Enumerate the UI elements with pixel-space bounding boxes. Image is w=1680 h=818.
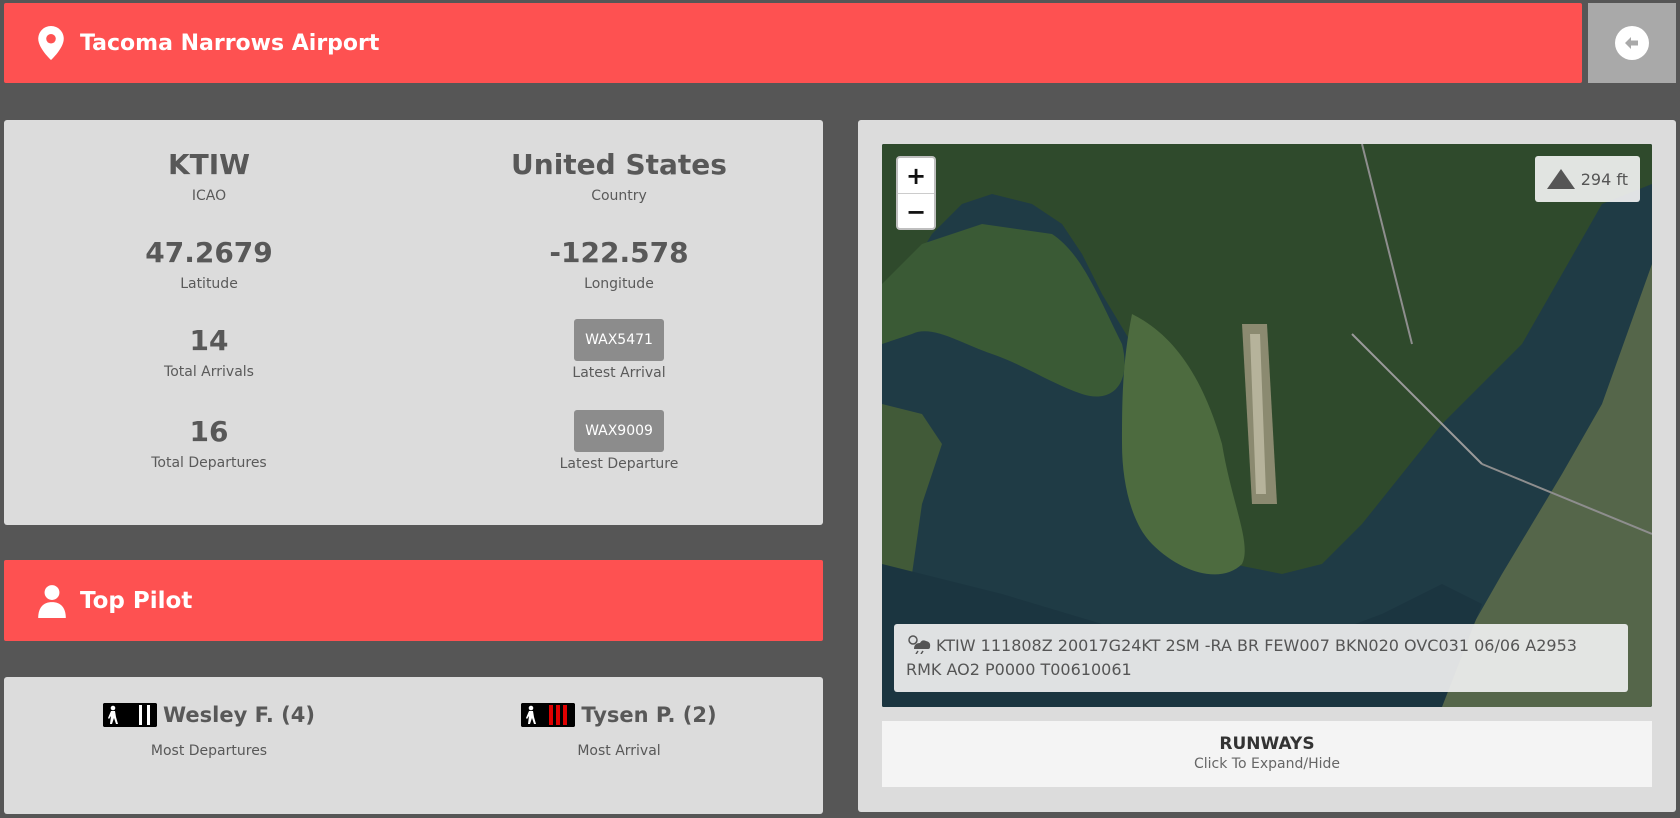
latest-departure-button[interactable]: WAX9009: [574, 410, 664, 452]
metar-box: KTIW 111808Z 20017G24KT 2SM -RA BR FEW00…: [894, 624, 1628, 692]
map-panel: + − 294 ft KTIW 111808Z 20017G24KT 2SM -…: [858, 120, 1676, 812]
country-stat: United States Country: [414, 148, 824, 204]
longitude-value: -122.578: [549, 236, 689, 269]
latitude-label: Latitude: [180, 276, 238, 292]
total-arrivals-stat: 14 Total Arrivals: [4, 324, 414, 380]
icao-label: ICAO: [191, 188, 227, 204]
pilot-label: Most Departures: [150, 743, 268, 759]
zoom-control: + −: [896, 156, 936, 230]
icao-stat: KTIW ICAO: [4, 148, 414, 204]
total-departures-stat: 16 Total Departures: [4, 415, 414, 471]
zoom-out-button[interactable]: −: [898, 194, 934, 229]
top-pilot-header: Top Pilot: [4, 560, 823, 641]
icao-value: KTIW: [167, 148, 251, 181]
runways-subtitle: Click To Expand/Hide: [1194, 756, 1340, 772]
longitude-stat: -122.578 Longitude: [414, 236, 824, 292]
total-arrivals-label: Total Arrivals: [164, 364, 254, 380]
cloud-sun-rain-icon: [908, 635, 931, 655]
top-pilot-title: Top Pilot: [80, 587, 193, 614]
arrow-left-circle-icon: [1615, 26, 1649, 60]
zoom-in-button[interactable]: +: [898, 158, 934, 194]
runways-title: RUNWAYS: [1219, 734, 1315, 754]
latest-departure-stat: WAX9009 Latest Departure: [414, 410, 824, 472]
pilot-rank-icon: [103, 703, 158, 727]
latitude-value: 47.2679: [145, 236, 273, 269]
latest-arrival-label: Latest Arrival: [572, 365, 666, 381]
person-icon: [38, 584, 66, 618]
latest-departure-label: Latest Departure: [559, 456, 679, 472]
mountain-icon: [1546, 169, 1575, 189]
pilot-most-arrivals: Tysen P. (2) Most Arrival: [414, 703, 824, 759]
pilot-name[interactable]: Wesley F. (4): [163, 703, 315, 727]
latest-arrival-button[interactable]: WAX5471: [574, 319, 664, 361]
latitude-stat: 47.2679 Latitude: [4, 236, 414, 292]
country-label: Country: [591, 188, 647, 204]
satellite-map[interactable]: + − 294 ft KTIW 111808Z 20017G24KT 2SM -…: [882, 144, 1652, 707]
total-departures-value: 16: [189, 415, 229, 448]
back-button[interactable]: [1588, 3, 1676, 83]
airport-header: Tacoma Narrows Airport: [4, 3, 1582, 83]
satellite-imagery: [882, 144, 1652, 707]
metar-text: KTIW 111808Z 20017G24KT 2SM -RA BR FEW00…: [906, 636, 1577, 679]
latest-arrival-stat: WAX5471 Latest Arrival: [414, 319, 824, 381]
elevation-badge: 294 ft: [1534, 156, 1640, 202]
pilot-rank-icon: [521, 703, 576, 727]
map-pin-icon: [38, 26, 64, 60]
airport-info-panel: KTIW ICAO United States Country 47.2679 …: [4, 120, 823, 525]
total-departures-label: Total Departures: [151, 455, 267, 471]
airport-title: Tacoma Narrows Airport: [80, 30, 380, 56]
runways-toggle[interactable]: RUNWAYS Click To Expand/Hide: [882, 721, 1652, 787]
country-value: United States: [511, 148, 727, 181]
longitude-label: Longitude: [584, 276, 654, 292]
top-pilots-panel: Wesley F. (4) Most Departures Tysen P. (…: [4, 677, 823, 814]
pilot-label: Most Arrival: [577, 743, 661, 759]
pilot-most-departures: Wesley F. (4) Most Departures: [4, 703, 414, 759]
elevation-value: 294 ft: [1580, 169, 1628, 189]
pilot-name[interactable]: Tysen P. (2): [581, 703, 716, 727]
total-arrivals-value: 14: [189, 324, 229, 357]
